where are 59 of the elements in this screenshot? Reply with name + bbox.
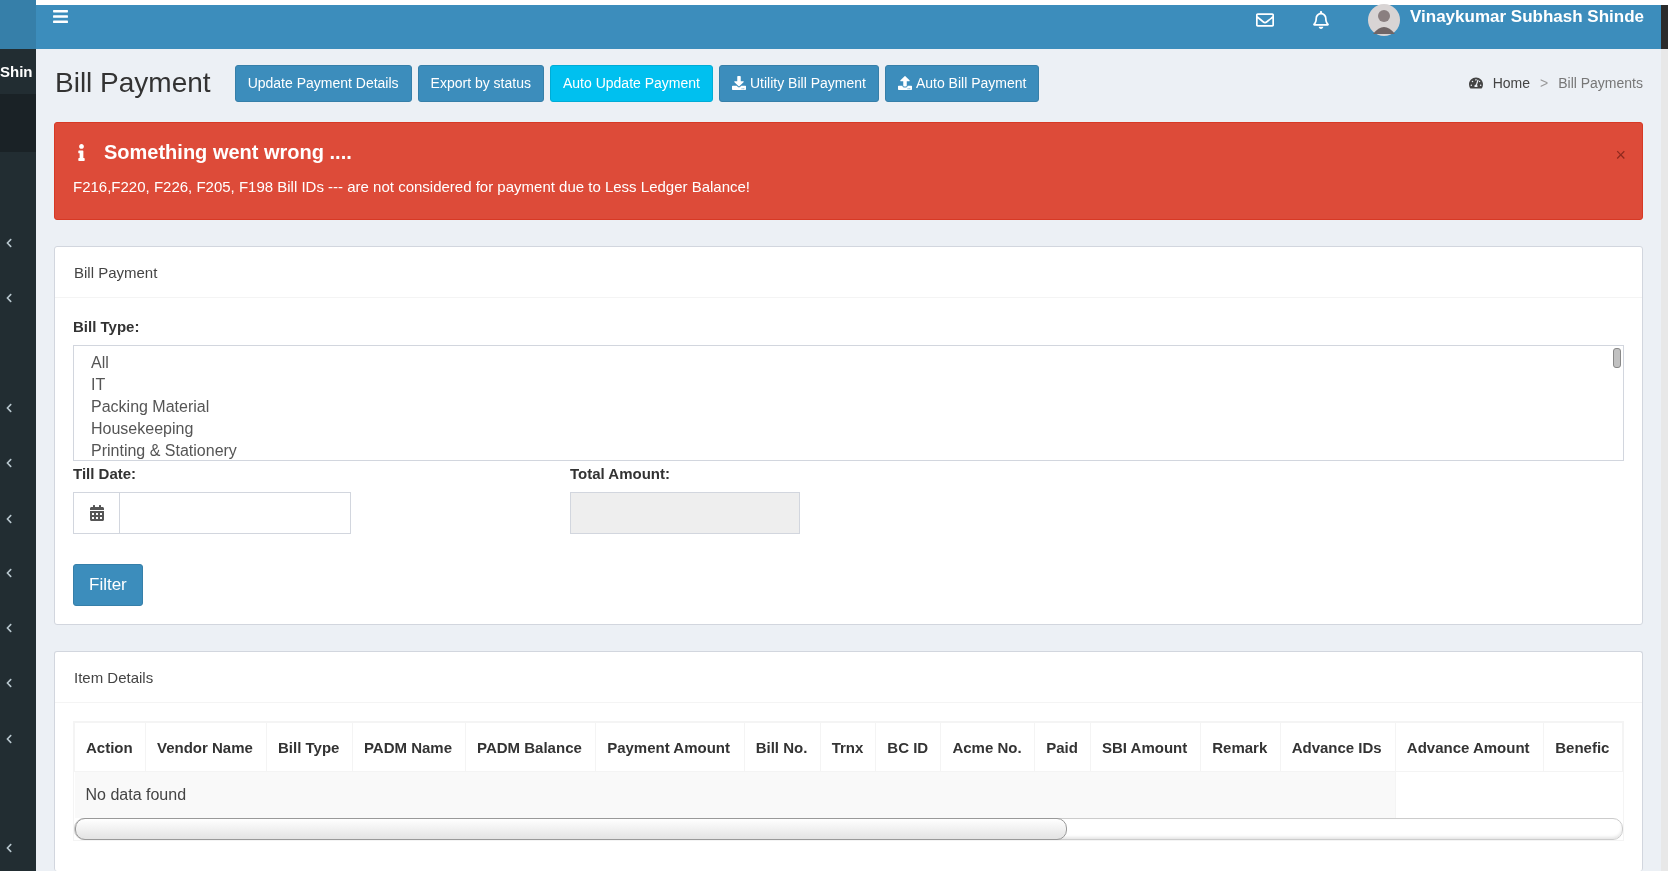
chevron-left-icon[interactable]: [4, 293, 14, 303]
upload-icon: [897, 76, 912, 90]
column-header[interactable]: BC ID: [875, 722, 941, 772]
column-header[interactable]: SBI Amount: [1090, 722, 1201, 772]
user-name[interactable]: Vinaykumar Subhash Shinde: [1410, 7, 1644, 27]
column-header[interactable]: Acme No.: [940, 722, 1035, 772]
column-header[interactable]: Bill No.: [744, 722, 821, 772]
page-title: Bill Payment: [55, 67, 211, 99]
horizontal-scrollbar[interactable]: [74, 818, 1623, 840]
chevron-left-icon[interactable]: [4, 403, 14, 413]
field-label: Till Date:: [73, 465, 138, 482]
user-name: Shin: [0, 63, 33, 80]
breadcrumb-separator: >: [1540, 75, 1549, 91]
menu-icon[interactable]: [52, 7, 69, 25]
alert-message: F216,F220, F226, F205, F198 Bill IDs --- are not considered for payment due to Less Ledger Balance!: [73, 178, 752, 195]
chevron-left-icon[interactable]: [4, 843, 14, 853]
column-header[interactable]: PADM Name: [352, 722, 466, 772]
column-header[interactable]: Paid: [1034, 722, 1091, 772]
empty-message: No data found: [74, 771, 1396, 818]
alert-title: Something went wrong ....: [104, 141, 352, 164]
field-label: Bill Type:: [73, 318, 141, 335]
envelope-icon[interactable]: [1256, 11, 1274, 29]
column-header[interactable]: Remark: [1200, 722, 1281, 772]
column-header[interactable]: Vendor Name: [145, 722, 267, 772]
column-header[interactable]: Bill Type: [266, 722, 353, 772]
filter-button[interactable]: Filter: [73, 564, 143, 606]
action-button[interactable]: Export by status: [417, 64, 544, 102]
chevron-left-icon[interactable]: [4, 238, 14, 248]
avatar[interactable]: [1368, 4, 1400, 36]
chevron-left-icon[interactable]: [4, 678, 14, 688]
page-scrollbar[interactable]: [1661, 49, 1668, 871]
dashboard-icon: [1468, 76, 1483, 90]
bell-icon[interactable]: [1312, 11, 1330, 29]
breadcrumb-link[interactable]: Bill Payments: [1558, 75, 1643, 91]
chevron-left-icon[interactable]: [4, 458, 14, 468]
chevron-left-icon[interactable]: [4, 623, 14, 633]
column-header[interactable]: Trnx: [820, 722, 876, 772]
chevron-left-icon[interactable]: [4, 734, 14, 744]
action-button[interactable]: Update Payment Details: [234, 64, 412, 102]
window-edge: [1661, 5, 1668, 49]
column-header[interactable]: Payment Amount: [595, 722, 745, 772]
action-button[interactable]: Utility Bill Payment: [718, 64, 879, 102]
breadcrumb-link[interactable]: Home: [1492, 75, 1530, 91]
chevron-left-icon[interactable]: [4, 568, 14, 578]
panel-title: Bill Payment: [74, 263, 158, 281]
action-button[interactable]: Auto Bill Payment: [884, 64, 1040, 102]
column-header[interactable]: Action: [74, 722, 146, 772]
column-header[interactable]: PADM Balance: [465, 722, 596, 772]
date-field[interactable]: [73, 492, 351, 534]
column-header[interactable]: Advance Amount: [1395, 722, 1544, 772]
panel-title: Item Details: [74, 668, 154, 686]
column-header[interactable]: Benefic: [1543, 722, 1623, 772]
bill-type-listbox[interactable]: All IT Packing Material Housekeeping Printing & Stationery: [73, 345, 1624, 461]
logo-bar: [0, 0, 36, 49]
column-header[interactable]: Advance IDs: [1280, 722, 1396, 772]
calendar-icon: [88, 505, 105, 521]
field-label: Total Amount:: [570, 465, 671, 482]
chevron-left-icon[interactable]: [4, 514, 14, 524]
download-icon: [731, 76, 746, 90]
